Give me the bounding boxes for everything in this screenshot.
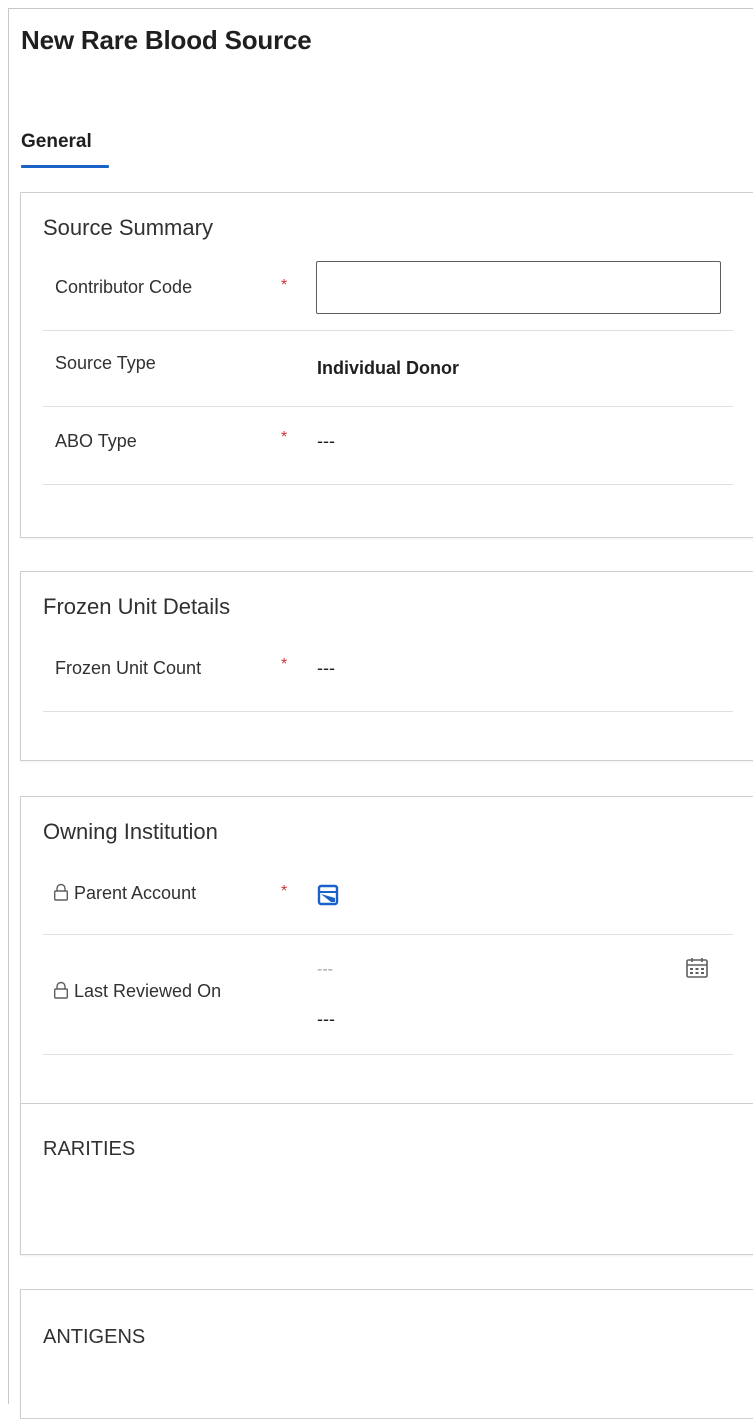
required-indicator: * — [281, 277, 288, 294]
lock-icon — [54, 981, 69, 999]
contributor-code-input[interactable] — [316, 261, 721, 314]
section-frozen-unit-details: Frozen Unit Details Frozen Unit Count * … — [20, 571, 753, 761]
frozen-unit-count-label: Frozen Unit Count — [55, 658, 202, 678]
form-frame: New Rare Blood Source General Source Sum… — [8, 8, 753, 1419]
page-title: New Rare Blood Source — [21, 25, 312, 55]
source-type-value[interactable]: Individual Donor — [317, 358, 459, 379]
section-antigens: ANTIGENS — [20, 1289, 753, 1419]
section-title: RARITIES — [43, 1138, 136, 1160]
abo-type-label: ABO Type — [55, 431, 137, 451]
calendar-icon[interactable] — [685, 957, 709, 979]
last-reviewed-on-label-text: Last Reviewed On — [74, 981, 222, 1001]
last-reviewed-time-value[interactable]: --- — [317, 1009, 335, 1030]
field-row-parent-account: Parent Account * — [43, 859, 733, 935]
contributor-code-label: Contributor Code — [55, 277, 193, 297]
section-source-summary: Source Summary Contributor Code * Source… — [20, 192, 753, 538]
field-row-last-reviewed-on: --- Last Reviewed On --- — [43, 935, 733, 1055]
section-rarities: RARITIES — [20, 1103, 753, 1255]
source-type-label: Source Type — [55, 353, 156, 373]
abo-type-value[interactable]: --- — [317, 431, 335, 452]
field-row-source-type: Source Type Individual Donor — [43, 331, 733, 407]
field-row-abo-type: ABO Type * --- — [43, 407, 733, 485]
section-title: Owning Institution — [43, 819, 218, 844]
tab-selected-indicator — [21, 165, 109, 168]
tab-general[interactable]: General — [21, 131, 92, 153]
lookup-icon[interactable] — [317, 884, 339, 906]
parent-account-label: Parent Account — [53, 883, 196, 904]
field-row-frozen-unit-count: Frozen Unit Count * --- — [43, 634, 733, 712]
last-reviewed-date-value[interactable]: --- — [317, 961, 333, 979]
section-title: ANTIGENS — [43, 1326, 146, 1348]
parent-account-label-text: Parent Account — [74, 883, 197, 903]
section-title: Frozen Unit Details — [43, 594, 231, 619]
section-title: Source Summary — [43, 215, 213, 240]
required-indicator: * — [281, 883, 288, 900]
frozen-unit-count-value[interactable]: --- — [317, 658, 335, 679]
lock-icon — [54, 883, 69, 901]
required-indicator: * — [281, 656, 288, 673]
last-reviewed-on-label: Last Reviewed On — [53, 981, 221, 1002]
required-indicator: * — [281, 429, 288, 446]
section-owning-institution: Owning Institution Parent Account * --- — [20, 796, 753, 1106]
